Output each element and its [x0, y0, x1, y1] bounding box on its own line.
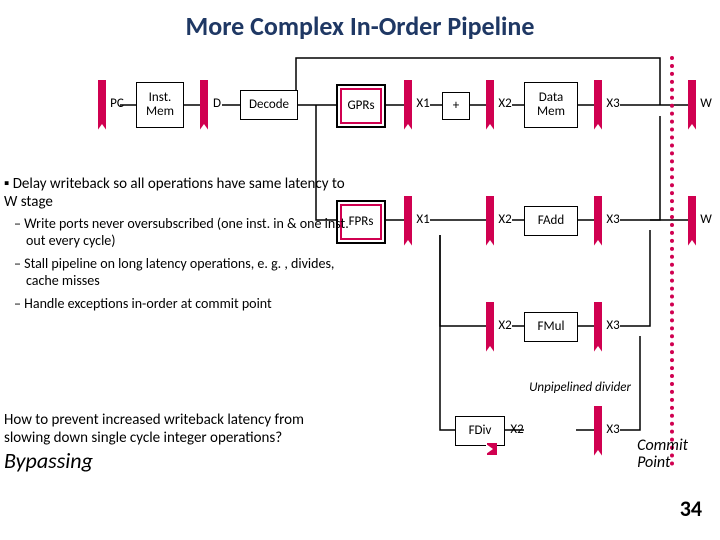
stage-fmul: FMul [524, 312, 578, 342]
stage-wb: W [696, 208, 716, 232]
question-text: How to prevent increased writeback laten… [4, 411, 304, 447]
reg-d [200, 80, 208, 130]
bullet-head: ▪ Delay writeback so all operations have… [4, 175, 349, 211]
bullets: ▪ Delay writeback so all operations have… [4, 175, 349, 318]
reg-x2a [486, 80, 494, 130]
answer: Bypassing [4, 447, 93, 474]
reg-fdiv [487, 443, 497, 455]
reg-x3c [594, 302, 602, 352]
reg-x1a [404, 80, 412, 130]
stage-imem: Inst. Mem [136, 82, 184, 128]
reg-x3d [594, 406, 602, 456]
stage-gprs: GPRs [336, 84, 386, 128]
reg-x2c [486, 302, 494, 352]
stage-pc: PC [106, 92, 128, 116]
question: How to prevent increased writeback laten… [4, 411, 344, 474]
stage-x1a: X1 [412, 92, 434, 116]
page-number: 34 [680, 495, 702, 522]
stage-fdiv: FDiv [455, 416, 505, 446]
bullet-item: Handle exceptions in-order at commit poi… [26, 295, 349, 312]
bullet-item: Write ports never oversubscribed (one in… [26, 215, 349, 249]
reg-x3b [594, 196, 602, 246]
stage-x2d: X2 [506, 418, 528, 442]
stage-dmem: Data Mem [524, 82, 578, 128]
stage-x3a: X3 [602, 92, 624, 116]
reg-x3a [594, 80, 602, 130]
stage-x3c: X3 [602, 314, 624, 338]
stage-decode: Decode [240, 90, 298, 120]
stage-x2c: X2 [494, 314, 516, 338]
stage-fadd: FAdd [524, 206, 578, 236]
label-unpipelined: Unpipelined divider [520, 370, 640, 406]
stage-wa: W [696, 92, 716, 116]
bullet-item: Stall pipeline on long latency operation… [26, 255, 349, 289]
commit-label: Commit Point [637, 437, 688, 472]
stage-x3d: X3 [602, 418, 624, 442]
reg-x1b [404, 196, 412, 246]
slide-title: More Complex In-Order Pipeline [0, 10, 720, 42]
reg-wa [688, 80, 696, 130]
stage-d: D [208, 92, 226, 116]
stage-x1b: X1 [412, 208, 434, 232]
slide: More Complex In-Order Pipeline [0, 0, 720, 540]
reg-wb [688, 196, 696, 246]
reg-x2b [486, 196, 494, 246]
stage-x2a: X2 [494, 92, 516, 116]
bullet-head-text: Delay writeback so all operations have s… [4, 175, 345, 211]
reg-pc [98, 80, 106, 130]
stage-plus: + [442, 92, 470, 120]
stage-x2b: X2 [494, 208, 516, 232]
stage-x3b: X3 [602, 208, 624, 232]
commit-point-line [670, 56, 674, 466]
